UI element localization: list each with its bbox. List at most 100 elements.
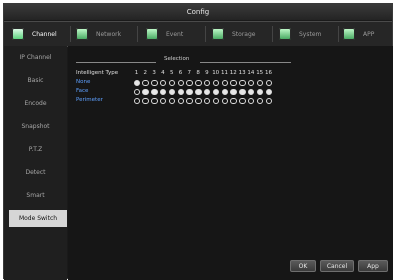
mode-radio[interactable] <box>186 97 193 104</box>
mode-radio[interactable] <box>177 79 184 86</box>
mode-radio[interactable] <box>221 88 228 95</box>
window-title: Config <box>4 4 392 20</box>
tab-system[interactable]: System <box>279 22 321 46</box>
mode-radio[interactable] <box>159 97 167 104</box>
mode-radio[interactable] <box>159 79 167 86</box>
mode-radio[interactable] <box>168 97 176 104</box>
mode-radio[interactable] <box>142 88 149 95</box>
mode-radio[interactable] <box>133 97 140 104</box>
sidebar-item-ptz[interactable]: P.T.Z <box>4 141 67 158</box>
selection-header: Selection <box>76 56 291 66</box>
mode-radio[interactable] <box>212 79 220 86</box>
button-bar: OK Cancel App <box>290 260 390 272</box>
mode-row-face: Face <box>76 87 306 96</box>
row-label: Perimeter <box>76 97 103 103</box>
channel-number: 4 <box>161 70 165 76</box>
channel-number: 16 <box>265 70 272 76</box>
mode-radio[interactable] <box>133 88 140 95</box>
event-icon <box>146 28 158 40</box>
mode-radio[interactable] <box>230 88 237 95</box>
mode-radio[interactable] <box>247 88 255 95</box>
mode-radio[interactable] <box>265 88 272 95</box>
config-window: Config Channel Network Event Storage Sys… <box>3 3 393 280</box>
mode-radio[interactable] <box>212 97 220 104</box>
mode-radio[interactable] <box>133 79 140 86</box>
tab-network[interactable]: Network <box>76 22 121 46</box>
channel-number: 10 <box>212 70 220 76</box>
mode-radio[interactable] <box>203 97 211 104</box>
sidebar-item-basic[interactable]: Basic <box>4 72 67 89</box>
tab-divider <box>338 26 339 42</box>
mode-radio[interactable] <box>212 88 220 95</box>
mode-radio[interactable] <box>256 88 264 95</box>
channel-number: 1 <box>134 70 139 76</box>
tab-event-label: Event <box>166 30 184 38</box>
mode-row-perimeter: Perimeter <box>76 96 306 105</box>
mode-radio[interactable] <box>151 88 158 95</box>
mode-radio[interactable] <box>195 88 202 95</box>
tab-system-label: System <box>299 30 322 38</box>
mode-radio[interactable] <box>265 97 272 104</box>
mode-radio[interactable] <box>256 79 264 86</box>
mode-radio[interactable] <box>239 88 246 95</box>
mode-radio[interactable] <box>151 97 158 104</box>
mode-radio[interactable] <box>159 88 167 95</box>
mode-radio[interactable] <box>168 88 176 95</box>
mode-radio[interactable] <box>230 97 237 104</box>
channel-number: 12 <box>229 70 237 76</box>
sidebar-item-mode-switch[interactable]: Mode Switch <box>9 210 67 227</box>
mode-radio[interactable] <box>142 97 149 104</box>
mode-radio[interactable] <box>239 97 246 104</box>
mode-radio[interactable] <box>203 88 211 95</box>
channel-number: 11 <box>221 70 228 76</box>
mode-radio[interactable] <box>186 88 193 95</box>
sidebar-item-encode[interactable]: Encode <box>4 95 67 112</box>
tab-divider <box>272 26 273 42</box>
ok-button[interactable]: OK <box>290 260 316 272</box>
channel-number: 14 <box>247 70 255 76</box>
mode-radio[interactable] <box>177 88 184 95</box>
mode-radio[interactable] <box>230 79 237 86</box>
mode-radio[interactable] <box>247 79 255 86</box>
mode-radio[interactable] <box>151 79 158 86</box>
mode-radio[interactable] <box>247 97 255 104</box>
sidebar-item-ip-channel[interactable]: IP Channel <box>4 49 67 66</box>
mode-radio[interactable] <box>203 79 211 86</box>
tab-app[interactable]: APP <box>343 22 374 46</box>
sidebar-item-snapshot[interactable]: Snapshot <box>4 118 67 135</box>
sidebar-item-detect[interactable]: Detect <box>4 164 67 181</box>
row-label: None <box>76 79 91 85</box>
mode-radio[interactable] <box>221 97 228 104</box>
row-label: Face <box>76 88 89 94</box>
mode-radio[interactable] <box>221 79 228 86</box>
mode-radio[interactable] <box>195 79 202 86</box>
storage-icon <box>212 28 224 40</box>
mode-radio[interactable] <box>239 79 246 86</box>
cancel-button[interactable]: Cancel <box>320 260 354 272</box>
mode-radio[interactable] <box>168 79 176 86</box>
mode-radio[interactable] <box>186 79 193 86</box>
system-icon <box>279 28 291 40</box>
channel-number: 5 <box>169 70 174 76</box>
mode-radio[interactable] <box>142 79 149 86</box>
mode-radio[interactable] <box>265 79 272 86</box>
intelligent-type-label: Intelligent Type <box>76 70 119 76</box>
channel-number: 15 <box>256 70 264 76</box>
selection-label: Selection <box>164 56 190 62</box>
sidebar: IP Channel Basic Encode Snapshot P.T.Z D… <box>4 46 67 280</box>
tab-channel[interactable]: Channel <box>12 22 57 46</box>
mode-radio[interactable] <box>195 97 202 104</box>
mode-radio[interactable] <box>177 97 184 104</box>
tab-app-label: APP <box>363 30 375 38</box>
channel-number: 6 <box>178 70 183 76</box>
divider-line <box>76 62 156 63</box>
tab-event[interactable]: Event <box>146 22 183 46</box>
network-icon <box>76 28 88 40</box>
sidebar-item-smart[interactable]: Smart <box>4 187 67 204</box>
apply-button[interactable]: App <box>358 260 388 272</box>
mode-radio[interactable] <box>256 97 264 104</box>
tab-divider <box>70 26 71 42</box>
tab-channel-label: Channel <box>32 30 57 38</box>
tab-storage[interactable]: Storage <box>212 22 255 46</box>
mode-row-none: None <box>76 78 306 87</box>
